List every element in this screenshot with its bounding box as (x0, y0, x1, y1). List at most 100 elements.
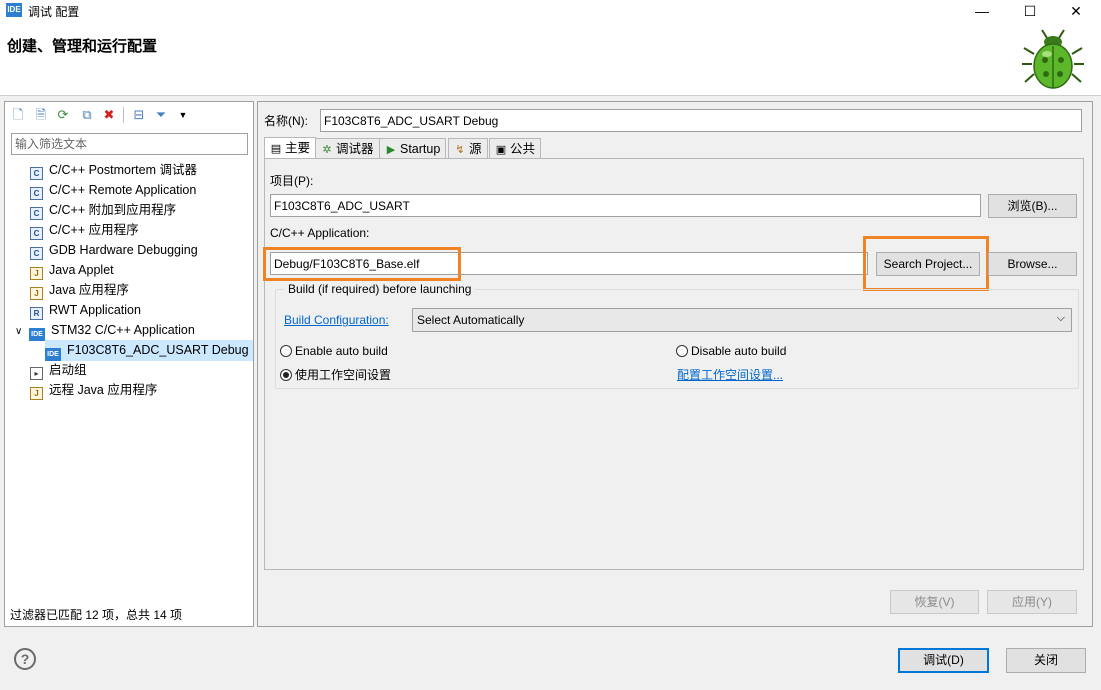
c-icon: C (30, 187, 43, 200)
expander-chevron-icon[interactable]: ∨ (15, 322, 29, 342)
configuration-tree-panel: 🗋 🗎 ⟳ ⧉ ✖ ⊟ ⏷ ▼ CC/C++ Postmortem 调试器 CC… (4, 101, 254, 627)
help-icon[interactable]: ? (14, 648, 36, 670)
main-tab-content: 项目(P): 浏览(B)... C/C++ Application: Searc… (263, 158, 1084, 570)
debugger-tab-icon: ✲ (322, 144, 332, 156)
build-configuration-select[interactable]: Select Automatically ⌵ (412, 308, 1072, 332)
header-title: 创建、管理和运行配置 (7, 38, 158, 55)
apply-button[interactable]: 应用(Y) (987, 590, 1077, 614)
new-prototype-icon[interactable]: 🗎 (33, 107, 49, 123)
close-button[interactable]: 关闭 (1006, 648, 1086, 673)
configure-workspace-link[interactable]: 配置工作空间设置... (677, 366, 783, 383)
revert-button[interactable]: 恢复(V) (890, 590, 979, 614)
tab-debugger[interactable]: ✲ 调试器 (315, 138, 380, 159)
tree-item-label: RWT Application (49, 303, 141, 317)
new-config-icon[interactable]: 🗋 (10, 107, 26, 123)
filter-dropdown-icon[interactable]: ▼ (175, 107, 191, 123)
tab-common[interactable]: ▣ 公共 (489, 138, 542, 159)
tab-label: 主要 (285, 141, 311, 155)
main-tab-icon: ▤ (270, 143, 282, 155)
browse-application-button[interactable]: Browse... (988, 252, 1077, 276)
export-icon[interactable]: ⟳ (55, 107, 71, 123)
c-icon: C (30, 227, 43, 240)
build-group-legend: Build (if required) before launching (284, 282, 476, 296)
tree-item-stm32[interactable]: ∨ IDE STM32 C/C++ Application (5, 320, 253, 342)
application-label: C/C++ Application: (270, 226, 370, 240)
c-icon: C (30, 247, 43, 260)
tree-item-label: 启动组 (49, 363, 87, 377)
tree-item-label: GDB Hardware Debugging (49, 243, 198, 257)
tree-item-label: C/C++ 应用程序 (49, 223, 139, 237)
radio-label: Disable auto build (691, 344, 787, 358)
tree-item-label: F103C8T6_ADC_USART Debug (67, 343, 249, 357)
tree-item-label: C/C++ 附加到应用程序 (49, 203, 177, 217)
tree-item-rwt[interactable]: R RWT Application (5, 300, 253, 320)
use-workspace-radio[interactable] (280, 369, 292, 381)
tree-item-attach[interactable]: C C/C++ 附加到应用程序 (5, 200, 253, 220)
tree-item-remote-java[interactable]: J 远程 Java 应用程序 (5, 380, 253, 400)
app-icon: IDE (6, 3, 22, 17)
java-app-icon: J (30, 287, 43, 300)
tree-item-gdb-hardware[interactable]: C GDB Hardware Debugging (5, 240, 253, 260)
radio-label: 使用工作空间设置 (295, 368, 392, 382)
application-highlight-box (263, 247, 461, 281)
project-input[interactable] (270, 194, 981, 217)
common-tab-icon: ▣ (495, 144, 507, 156)
enable-auto-build-option[interactable]: Enable auto build (280, 344, 388, 358)
tree-item-selected-config[interactable]: IDE F103C8T6_ADC_USART Debug (5, 340, 253, 361)
title-bar: IDE 调试 配置 — ☐ ✕ (0, 0, 1101, 22)
rwt-icon: R (30, 307, 43, 320)
tree-item-label: 远程 Java 应用程序 (49, 383, 158, 397)
tree-item-java-app[interactable]: J Java 应用程序 (5, 280, 253, 300)
search-project-highlight-box (863, 236, 989, 291)
name-label: 名称(N): (264, 114, 308, 128)
c-icon: C (30, 207, 43, 220)
disable-auto-build-radio[interactable] (676, 345, 688, 357)
filter-input[interactable] (11, 133, 248, 155)
debug-button[interactable]: 调试(D) (898, 648, 989, 673)
tab-label: 调试器 (336, 142, 374, 156)
collapse-all-icon[interactable]: ⊟ (131, 107, 147, 123)
build-group: Build (if required) before launching Bui… (275, 282, 1079, 389)
tree-item-launch-group[interactable]: ▸ 启动组 (5, 360, 253, 380)
tree-item-postmortem[interactable]: C C/C++ Postmortem 调试器 (5, 160, 253, 180)
tree-item-cpp-app[interactable]: C C/C++ 应用程序 (5, 220, 253, 240)
toolbar-divider (123, 107, 124, 123)
project-label: 项目(P): (270, 174, 314, 188)
tab-label: Startup (400, 142, 441, 156)
maximize-button[interactable]: ☐ (1007, 0, 1053, 22)
build-configuration-link[interactable]: Build Configuration: (284, 313, 389, 327)
tab-source[interactable]: ↯ 源 (448, 138, 488, 159)
name-input[interactable] (320, 109, 1082, 132)
source-tab-icon: ↯ (455, 144, 465, 156)
tab-label: 源 (469, 142, 482, 156)
chevron-down-icon: ⌵ (1056, 312, 1065, 324)
tab-main[interactable]: ▤ 主要 (264, 137, 317, 159)
delete-icon[interactable]: ✖ (101, 107, 117, 123)
close-window-button[interactable]: ✕ (1053, 0, 1099, 22)
browse-project-button[interactable]: 浏览(B)... (988, 194, 1077, 218)
tree-item-label: C/C++ Remote Application (49, 183, 197, 197)
tree-item-label: STM32 C/C++ Application (51, 323, 195, 337)
duplicate-icon[interactable]: ⧉ (79, 107, 95, 123)
stm32-icon: IDE (29, 328, 45, 341)
tree-item-java-applet[interactable]: J Java Applet (5, 260, 253, 280)
dialog-header: 创建、管理和运行配置 (0, 22, 1101, 96)
disable-auto-build-option[interactable]: Disable auto build (676, 344, 786, 358)
enable-auto-build-radio[interactable] (280, 345, 292, 357)
c-icon: C (30, 167, 43, 180)
use-workspace-option[interactable]: 使用工作空间设置 (280, 366, 391, 383)
build-configuration-value: Select Automatically (417, 313, 525, 327)
radio-label: Enable auto build (295, 344, 388, 358)
minimize-button[interactable]: — (959, 0, 1005, 22)
debug-bug-icon (1022, 29, 1084, 89)
tree-toolbar: 🗋 🗎 ⟳ ⧉ ✖ ⊟ ⏷ ▼ (5, 102, 253, 128)
java-applet-icon: J (30, 267, 43, 280)
tab-label: 公共 (510, 142, 536, 156)
filter-icon[interactable]: ⏷ (153, 107, 169, 123)
tree-item-label: Java 应用程序 (49, 283, 129, 297)
remote-java-icon: J (30, 387, 43, 400)
tree-item-label: C/C++ Postmortem 调试器 (49, 163, 197, 177)
tree-item-remote-application[interactable]: C C/C++ Remote Application (5, 180, 253, 200)
tab-startup[interactable]: ▶ Startup (379, 138, 447, 159)
filter-status: 过滤器已匹配 12 项，总共 14 项 (10, 608, 183, 622)
